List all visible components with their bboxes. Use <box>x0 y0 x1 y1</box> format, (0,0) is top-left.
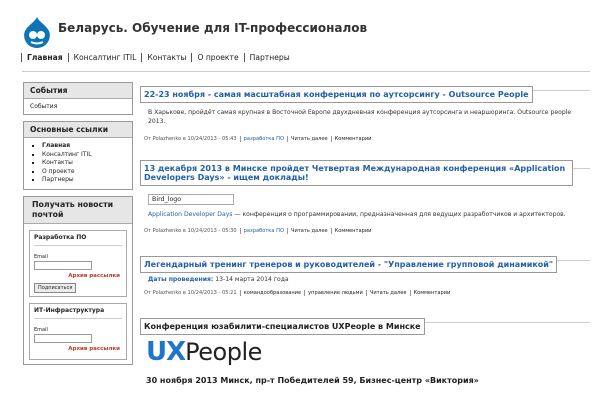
primary-nav: Главная Консалтинг ITIL Контакты О проек… <box>21 53 295 62</box>
ux-logo-mark: UX <box>146 336 186 367</box>
post-meta: От Polazhenko в 10/24/2013 - 05:21 команд… <box>140 285 590 296</box>
nav-contacts[interactable]: Контакты <box>141 53 191 62</box>
post-tag[interactable]: управление людьми <box>308 290 363 296</box>
content-area: 22-23 ноября - самая масштабная конферен… <box>140 82 590 385</box>
post-meta: От Polazhenko в 10/24/2013 - 05:43 разраб… <box>140 127 590 142</box>
subscribe-dev-email-input[interactable] <box>34 260 92 270</box>
post-uxpeople: Конференция юзабилити-специалистов UXPeo… <box>140 314 590 385</box>
nav-consulting-itil[interactable]: Консалтинг ITIL <box>67 53 142 62</box>
events-block-title: События <box>24 83 132 99</box>
subscribe-dev-title: Разработка ПО <box>34 234 122 246</box>
post-training: Легендарный тренинг тренеров и руководит… <box>140 252 590 296</box>
post-author: От Polazhenko в 10/24/2013 - 05:21 <box>144 289 237 296</box>
event-details: 30 ноября 2013 Минск, пр-т Победителей 5… <box>146 375 479 385</box>
subscribe-dev-archive-link[interactable]: Архив рассылки <box>34 273 122 279</box>
subscribe-infra-title: ИТ-Инфраструктура <box>34 307 122 319</box>
main-links-block: Основные ссылки Главная Консалтинг ITIL … <box>23 121 133 190</box>
main-links-title: Основные ссылки <box>24 122 132 138</box>
subscribe-infra-archive-link[interactable]: Архив рассылки <box>34 346 122 352</box>
uxpeople-logo: UXPeople <box>140 335 590 368</box>
subscribe-infra-email-input[interactable] <box>34 333 92 343</box>
events-link[interactable]: События <box>30 103 57 110</box>
sidebar-link-about[interactable]: О проекте <box>42 168 75 175</box>
post-tag[interactable]: разработка ПО <box>244 136 284 142</box>
read-more-link[interactable]: Читать далее <box>291 228 328 234</box>
sidebar-link-consulting-itil[interactable]: Консалтинг ITIL <box>42 151 92 158</box>
add-days-link[interactable]: Application Developer Days <box>148 211 232 218</box>
subscribe-dev-button[interactable]: Подписаться <box>34 282 77 293</box>
post-tag[interactable]: разработка ПО <box>244 228 284 234</box>
sidebar-link-contacts[interactable]: Контакты <box>42 159 73 166</box>
nav-home[interactable]: Главная <box>21 53 68 62</box>
sidebar-link-partners[interactable]: Партнеры <box>42 176 74 183</box>
nav-partners[interactable]: Партнеры <box>243 53 295 62</box>
people-logo-text: People <box>185 337 262 366</box>
dates-label: Даты проведения: <box>148 276 214 284</box>
post-title[interactable]: Конференция юзабилити-специалистов UXPeo… <box>140 317 425 335</box>
subscribe-dev-block: Разработка ПО Email Архив рассылки Подпи… <box>29 229 127 297</box>
post-title[interactable]: 13 декабря 2013 в Минске пройдет Четверт… <box>140 159 573 186</box>
post-body-text: — конференция о программировании, предна… <box>232 210 566 218</box>
comments-link[interactable]: Комментарии <box>335 136 372 142</box>
post-meta: От Polazhenko в 10/24/2013 - 05:30 разраб… <box>140 219 590 235</box>
bird-logo-image: Bird_logo <box>148 193 234 205</box>
post-tag[interactable]: командообразование <box>244 290 301 296</box>
post-body: Даты проведения: 13-14 марта 2014 года <box>140 273 590 284</box>
read-more-link[interactable]: Читать далее <box>291 136 328 142</box>
site-name[interactable]: Беларусь. Обучение для IT-профессионалов <box>58 21 367 35</box>
events-block: События События <box>23 82 133 115</box>
post-author: От Polazhenko в 10/24/2013 - 05:43 <box>144 135 237 142</box>
comments-link[interactable]: Комментарии <box>335 228 372 234</box>
dates-value: 13-14 марта 2014 года <box>213 276 289 284</box>
post-outsource-people: 22-23 ноября - самая масштабная конферен… <box>140 82 590 142</box>
post-title[interactable]: 22-23 ноября - самая масштабная конферен… <box>140 86 533 103</box>
subscribe-title: Получать новости почтой <box>24 196 132 224</box>
comments-link[interactable]: Комментарии <box>414 290 451 296</box>
subscribe-infra-block: ИТ-Инфраструктура Email Архив рассылки <box>29 302 127 360</box>
post-add-days: 13 декабря 2013 в Минске пройдет Четверт… <box>140 159 590 235</box>
drupal-logo-icon[interactable] <box>22 16 52 50</box>
post-title[interactable]: Легендарный тренинг тренеров и руководит… <box>140 256 558 274</box>
header-divider <box>22 71 590 72</box>
nav-about[interactable]: О проекте <box>191 53 243 62</box>
sidebar: События События Основные ссылки Главная … <box>23 82 133 371</box>
post-body: Application Developer Days — конференция… <box>140 205 590 219</box>
subscribe-block: Получать новости почтой Разработка ПО Em… <box>23 195 133 365</box>
post-author: От Polazhenko в 10/24/2013 - 05:30 <box>144 228 237 235</box>
subscribe-infra-email-label: Email <box>34 326 48 333</box>
sidebar-link-home[interactable]: Главная <box>42 142 70 149</box>
read-more-link[interactable]: Читать далее <box>370 290 407 296</box>
post-body: В Харькове, пройдёт самая крупная в Вост… <box>148 109 572 126</box>
subscribe-dev-email-label: Email <box>34 253 48 260</box>
